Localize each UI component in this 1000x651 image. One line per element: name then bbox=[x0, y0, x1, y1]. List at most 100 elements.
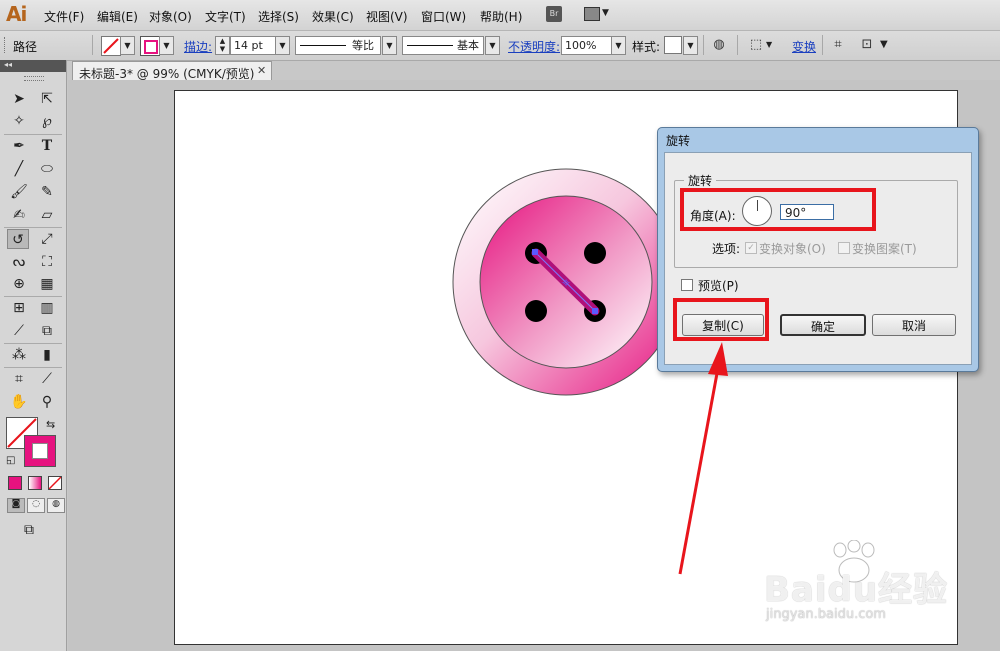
document-tab[interactable]: 未标题-3* @ 99% (CMYK/预览) ✕ bbox=[72, 61, 272, 81]
warp-tool-icon[interactable]: ᔓ bbox=[8, 252, 30, 272]
cancel-button[interactable]: 取消 bbox=[872, 314, 956, 336]
stroke-square-icon bbox=[144, 40, 158, 54]
isolate-group-icon[interactable]: ⌗ bbox=[830, 37, 846, 53]
recolor-artwork-icon[interactable]: ◍ bbox=[711, 37, 727, 53]
close-icon[interactable]: ✕ bbox=[257, 64, 266, 77]
stroke-panel-link[interactable]: 描边: bbox=[184, 38, 212, 55]
annotation-box-copy bbox=[673, 298, 769, 341]
swap-fill-stroke-icon[interactable]: ⇆ bbox=[46, 418, 55, 431]
pencil-tool-icon[interactable]: ✎ bbox=[36, 182, 58, 202]
brush-dropdown[interactable]: ▼ bbox=[485, 36, 500, 55]
pen-tool-icon[interactable]: ✒ bbox=[8, 136, 30, 156]
stroke-weight-dropdown[interactable]: ▼ bbox=[275, 36, 290, 55]
opacity-link[interactable]: 不透明度: bbox=[508, 38, 560, 55]
divider bbox=[4, 367, 62, 368]
menu-file[interactable]: 文件(F) bbox=[44, 8, 84, 25]
grip-icon[interactable] bbox=[24, 76, 44, 81]
slice-tool-icon[interactable]: ⟋ bbox=[36, 369, 58, 389]
button-hole bbox=[584, 242, 606, 264]
annotation-box-angle bbox=[680, 188, 876, 231]
transform-link[interactable]: 变换 bbox=[792, 38, 816, 55]
dialog-title[interactable]: 旋转 bbox=[666, 132, 690, 149]
draw-normal-icon[interactable]: ◙ bbox=[7, 498, 25, 513]
graphic-style-swatch[interactable] bbox=[664, 36, 682, 54]
menu-type[interactable]: 文字(T) bbox=[205, 8, 246, 25]
profile-line-icon bbox=[300, 45, 346, 46]
default-colors-icon[interactable]: ◱ bbox=[6, 455, 15, 466]
ellipse-tool-icon[interactable]: ⬭ bbox=[36, 159, 58, 179]
profile-dropdown[interactable]: ▼ bbox=[382, 36, 397, 55]
chevron-down-icon[interactable]: ▼ bbox=[766, 40, 772, 49]
transform-objects-label: 变换对象(O) bbox=[759, 242, 826, 256]
perspective-grid-tool-icon[interactable]: ▦ bbox=[36, 274, 58, 294]
stroke-inner-icon bbox=[32, 443, 48, 459]
menu-object[interactable]: 对象(O) bbox=[149, 8, 192, 25]
brush-line-icon bbox=[407, 45, 453, 46]
free-transform-tool-icon[interactable]: ⛶ bbox=[36, 252, 58, 272]
stroke-color-box[interactable] bbox=[24, 435, 56, 467]
tools-panel-header[interactable]: ◂◂ bbox=[0, 60, 66, 72]
collapse-icon[interactable]: ◂◂ bbox=[4, 60, 12, 69]
bridge-icon[interactable]: Br bbox=[546, 6, 562, 22]
transform-patterns-checkbox[interactable] bbox=[838, 242, 850, 254]
blend-tool-icon[interactable]: ⧉ bbox=[36, 321, 58, 341]
panel-menu-icon[interactable]: ⊡ bbox=[859, 37, 875, 53]
type-tool-icon[interactable]: T bbox=[36, 136, 58, 156]
symbol-sprayer-tool-icon[interactable]: ⁂ bbox=[8, 345, 30, 365]
transform-objects-checkbox[interactable]: ✓ bbox=[745, 242, 757, 254]
lasso-tool-icon[interactable]: ℘ bbox=[36, 111, 58, 131]
hand-tool-icon[interactable]: ✋ bbox=[8, 392, 30, 412]
graphic-style-dropdown[interactable]: ▼ bbox=[683, 36, 698, 55]
fill-dropdown[interactable]: ▼ bbox=[120, 36, 135, 55]
rotate-tool-icon[interactable]: ↺ bbox=[7, 229, 29, 249]
divider bbox=[737, 35, 738, 55]
draw-inside-icon[interactable]: ◍ bbox=[47, 498, 65, 513]
scale-tool-icon[interactable]: ⤢ bbox=[36, 229, 58, 249]
fill-swatch[interactable] bbox=[101, 36, 121, 56]
preview-checkbox[interactable] bbox=[681, 279, 693, 291]
chevron-down-icon[interactable]: ▼ bbox=[880, 39, 888, 50]
artboard-tool-icon[interactable]: ⌗ bbox=[8, 369, 30, 389]
arrange-documents-icon[interactable] bbox=[584, 7, 600, 21]
align-grid-icon[interactable]: ⬚ bbox=[748, 37, 764, 53]
line-tool-icon[interactable]: ╱ bbox=[8, 159, 30, 179]
chevron-down-icon[interactable]: ▼ bbox=[602, 8, 609, 18]
magic-wand-tool-icon[interactable]: ✧ bbox=[8, 111, 30, 131]
divider bbox=[92, 35, 93, 55]
stroke-swatch[interactable] bbox=[140, 36, 160, 56]
opacity-dropdown[interactable]: ▼ bbox=[611, 36, 626, 55]
menu-select[interactable]: 选择(S) bbox=[258, 8, 299, 25]
menu-effect[interactable]: 效果(C) bbox=[312, 8, 354, 25]
button-artwork: ✧ bbox=[452, 168, 680, 396]
grip-icon bbox=[4, 37, 7, 53]
selection-tool-icon[interactable]: ➤ bbox=[8, 89, 30, 109]
menu-edit[interactable]: 编辑(E) bbox=[97, 8, 138, 25]
opacity-input[interactable]: 100% bbox=[561, 36, 614, 55]
stroke-weight-input[interactable]: 14 pt bbox=[230, 36, 277, 55]
variable-width-profile[interactable]: 等比 bbox=[295, 36, 381, 55]
screen-mode-icon[interactable]: ⧉ bbox=[24, 522, 34, 538]
shape-builder-tool-icon[interactable]: ⊕ bbox=[8, 274, 30, 294]
paintbrush-tool-icon[interactable]: 🖌 bbox=[8, 182, 30, 202]
menu-window[interactable]: 窗口(W) bbox=[421, 8, 466, 25]
color-mode-icon[interactable] bbox=[8, 476, 22, 490]
none-slash-icon bbox=[103, 38, 119, 54]
eyedropper-tool-icon[interactable]: ⟋ bbox=[8, 321, 30, 341]
direct-selection-tool-icon[interactable]: ⇱ bbox=[36, 89, 58, 109]
gradient-tool-icon[interactable]: ▥ bbox=[36, 298, 58, 318]
column-graph-tool-icon[interactable]: ▮ bbox=[36, 345, 58, 365]
ok-button[interactable]: 确定 bbox=[780, 314, 866, 336]
mesh-tool-icon[interactable]: ⊞ bbox=[8, 298, 30, 318]
stroke-dropdown[interactable]: ▼ bbox=[159, 36, 174, 55]
menu-view[interactable]: 视图(V) bbox=[366, 8, 408, 25]
eraser-tool-icon[interactable]: ▱ bbox=[36, 205, 58, 225]
zoom-tool-icon[interactable]: ⚲ bbox=[36, 392, 58, 412]
brush-definition[interactable]: 基本 bbox=[402, 36, 484, 55]
draw-behind-icon[interactable]: ◌ bbox=[27, 498, 45, 513]
menu-help[interactable]: 帮助(H) bbox=[480, 8, 522, 25]
none-mode-icon[interactable] bbox=[48, 476, 62, 490]
blob-brush-tool-icon[interactable]: ✍ bbox=[8, 205, 30, 225]
stroke-weight-stepper[interactable]: ▲ ▼ bbox=[215, 36, 230, 55]
gradient-mode-icon[interactable] bbox=[28, 476, 42, 490]
brush-label: 基本 bbox=[457, 39, 479, 52]
